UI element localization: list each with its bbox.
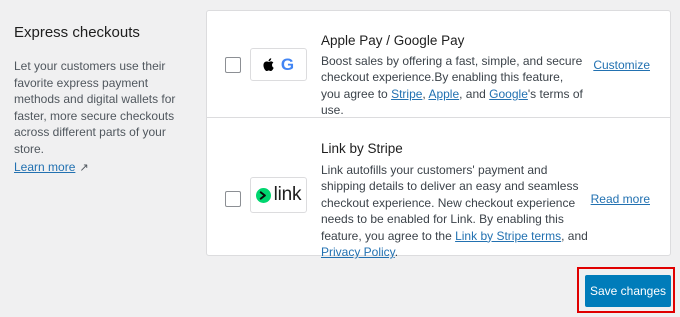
google-terms-link[interactable]: Google <box>489 87 528 101</box>
section-description: Let your customers use their favorite ex… <box>14 59 176 156</box>
stripe-terms-link[interactable]: Stripe <box>391 87 422 101</box>
apple-icon <box>263 58 274 71</box>
link-by-stripe-checkbox[interactable] <box>225 191 241 207</box>
apple-google-pay-checkbox[interactable] <box>225 57 241 73</box>
customize-link[interactable]: Customize <box>593 58 650 72</box>
learn-more-label: Learn more <box>14 160 76 174</box>
link-arrow-icon <box>255 187 271 203</box>
payment-method-row-apple-google-pay: G Apple Pay / Google Pay Boost sales by … <box>207 11 670 117</box>
save-changes-button[interactable]: Save changes <box>585 275 671 307</box>
apple-google-pay-logo: G <box>250 48 307 81</box>
learn-more-link[interactable]: Learn more ↗ <box>14 160 89 174</box>
apple-terms-link[interactable]: Apple <box>428 87 459 101</box>
external-link-icon: ↗ <box>79 162 89 174</box>
link-by-stripe-description: Link autofills your customers' payment a… <box>321 163 588 260</box>
link-logo: link <box>250 177 307 213</box>
privacy-policy-link[interactable]: Privacy Policy <box>321 245 395 259</box>
read-more-link[interactable]: Read more <box>591 192 650 206</box>
section-title: Express checkouts <box>14 24 140 41</box>
link-by-stripe-terms-link[interactable]: Link by Stripe terms <box>455 229 561 243</box>
link-by-stripe-title: Link by Stripe <box>321 141 403 156</box>
apple-google-pay-description: Boost sales by offering a fast, simple, … <box>321 54 583 118</box>
payment-method-row-link: link Link by Stripe Link autofills your … <box>207 117 670 259</box>
apple-google-pay-title: Apple Pay / Google Pay <box>321 33 465 48</box>
google-icon: G <box>280 54 295 74</box>
express-checkout-card: G Apple Pay / Google Pay Boost sales by … <box>206 10 671 259</box>
link-logo-text: link <box>273 184 302 205</box>
